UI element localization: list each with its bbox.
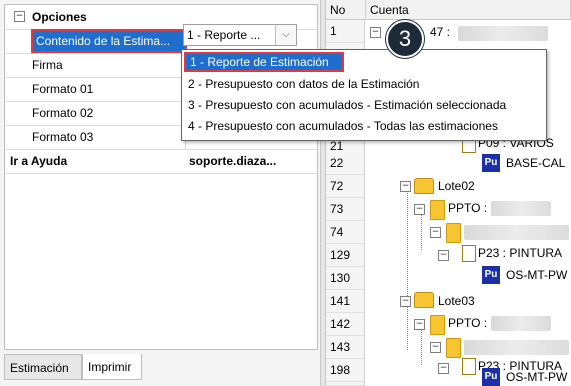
tree-node-label[interactable]: OS-MT-PW (506, 266, 567, 284)
pu-icon: Pu (482, 368, 500, 386)
row-number: 74 (326, 221, 365, 244)
row-number: 143 (326, 336, 365, 359)
combo-selected-value: 1 - Reporte ... (187, 28, 261, 42)
tree-node-label[interactable]: Lote03 (438, 292, 475, 310)
property-row-ayuda[interactable]: Ir a Ayuda soporte.diaza... (5, 149, 317, 174)
tab-imprimir-label: Imprimir (88, 360, 132, 374)
tree-node-label[interactable]: OS-MT-PW (506, 368, 567, 386)
collapse-icon[interactable]: − (14, 11, 25, 22)
tree-node-label[interactable]: BASE-CAL (506, 154, 565, 172)
tree-node-label[interactable]: PPTO : (448, 314, 487, 332)
collapse-icon[interactable]: − (438, 250, 449, 261)
collapse-icon[interactable]: − (430, 342, 441, 353)
column-header-cuenta[interactable]: Cuenta (366, 0, 571, 20)
property-label-contenido[interactable]: Contenido de la Estima... (31, 29, 187, 53)
property-label-formato03: Formato 03 (32, 130, 94, 144)
lot-folder-icon (414, 178, 434, 194)
section-title: Opciones (32, 10, 87, 24)
collapse-icon[interactable]: − (430, 227, 441, 238)
tab-estimacion-label: Estimación (10, 361, 69, 375)
lot-folder-icon (414, 292, 434, 308)
row-number: 22 (326, 152, 365, 175)
redacted-text (464, 225, 569, 240)
row-number: 1 (326, 20, 365, 43)
collapse-icon[interactable]: − (414, 319, 425, 330)
tree-line (421, 210, 422, 250)
dropdown-option-2[interactable]: 2 - Presupuesto con datos de la Estimaci… (184, 74, 419, 94)
contenido-combobox[interactable]: 1 - Reporte ... ⌵ (183, 24, 297, 46)
document-icon (462, 245, 476, 262)
tree-node-label[interactable]: PPTO : (448, 199, 487, 217)
redacted-text (491, 316, 551, 331)
tree-node-label[interactable]: P23 : PINTURA (478, 244, 562, 262)
tree-node-label[interactable]: 47 : (430, 23, 450, 41)
collapse-icon[interactable]: − (414, 204, 425, 215)
document-icon (462, 358, 476, 375)
row-number: 141 (326, 290, 365, 313)
collapse-icon[interactable]: − (400, 181, 411, 192)
redacted-text (464, 340, 569, 355)
chevron-down-icon[interactable]: ⌵ (275, 25, 296, 45)
tree-node-label[interactable]: Lote02 (438, 177, 475, 195)
property-label-formato01: Formato 01 (32, 82, 94, 96)
row-number: 130 (326, 267, 365, 290)
property-label-formato02: Formato 02 (32, 106, 94, 120)
redacted-text (491, 201, 551, 216)
tree-line (407, 185, 408, 350)
collapse-icon[interactable]: − (370, 27, 381, 38)
property-label-firma: Firma (32, 58, 63, 72)
column-header-no[interactable]: No (326, 0, 366, 20)
redacted-text (458, 26, 548, 41)
row-number: 129 (326, 244, 365, 267)
pu-icon: Pu (482, 266, 500, 284)
folder-icon (430, 200, 445, 220)
row-number: 198 (326, 359, 365, 382)
dropdown-option-1[interactable]: 1 - Reporte de Estimación (184, 52, 344, 72)
dropdown-option-3[interactable]: 3 - Presupuesto con acumulados - Estimac… (184, 95, 506, 115)
row-number: 72 (326, 175, 365, 198)
dropdown-option-4[interactable]: 4 - Presupuesto con acumulados - Todas l… (184, 116, 498, 136)
row-number: 73 (326, 198, 365, 221)
collapse-icon[interactable]: − (400, 296, 411, 307)
step-callout-badge: 3 (386, 20, 424, 58)
bottom-tabs: Estimación Imprimir (4, 352, 316, 382)
help-label: Ir a Ayuda (10, 154, 68, 168)
collapse-icon[interactable]: − (438, 363, 449, 374)
folder-icon (446, 223, 461, 243)
row-number: 142 (326, 313, 365, 336)
row-number (326, 382, 365, 386)
folder-icon (446, 338, 461, 358)
tab-imprimir[interactable]: Imprimir (82, 354, 142, 380)
tree-line (421, 325, 422, 365)
pu-icon: Pu (482, 154, 500, 172)
contenido-dropdown-list: 1 - Reporte de Estimación 2 - Presupuest… (181, 49, 547, 141)
help-link[interactable]: soporte.diaza... (185, 149, 317, 173)
tab-estimacion[interactable]: Estimación (4, 354, 82, 380)
folder-icon (430, 315, 445, 335)
